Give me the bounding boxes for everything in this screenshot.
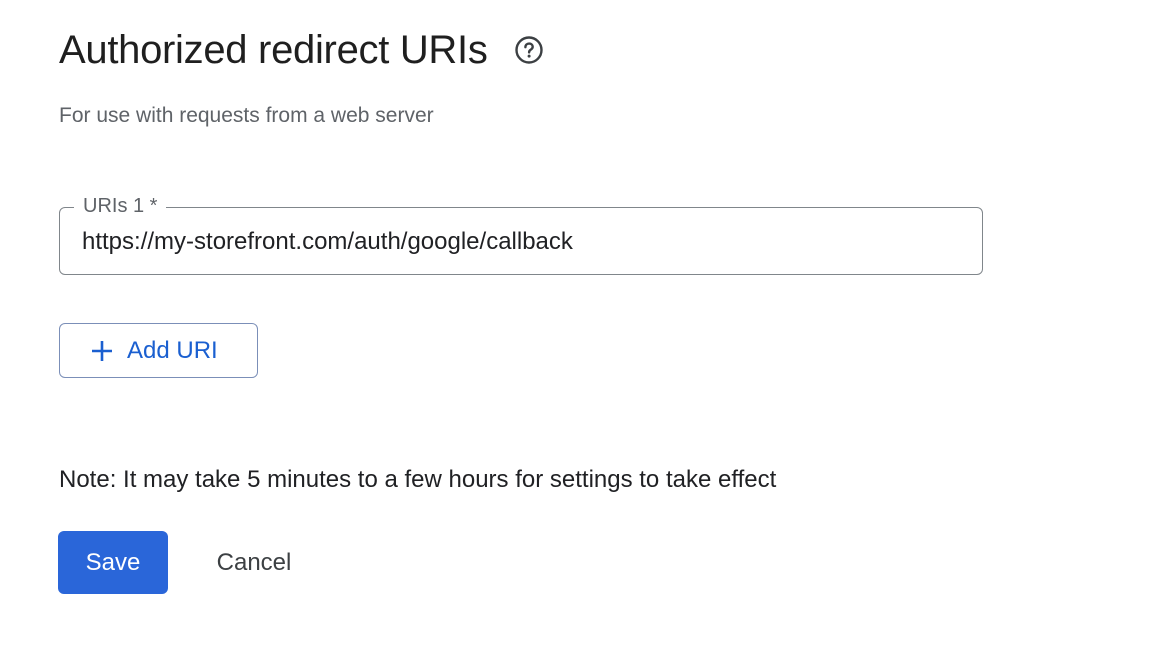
uri-1-field[interactable]: URIs 1 * https://my-storefront.com/auth/… (59, 193, 983, 275)
section-subtitle: For use with requests from a web server (59, 104, 434, 127)
add-uri-button[interactable]: Add URI (59, 323, 258, 378)
help-icon[interactable] (514, 35, 544, 65)
plus-icon (90, 339, 114, 363)
uri-1-label: URIs 1 * (74, 193, 167, 219)
cancel-button[interactable]: Cancel (185, 531, 323, 594)
settings-note: Note: It may take 5 minutes to a few hou… (59, 466, 777, 493)
section-title: Authorized redirect URIs (59, 28, 488, 72)
add-uri-label: Add URI (127, 336, 218, 364)
title-row: Authorized redirect URIs (59, 26, 544, 74)
save-button[interactable]: Save (58, 531, 168, 594)
uri-1-input[interactable]: https://my-storefront.com/auth/google/ca… (82, 227, 573, 257)
redirect-uris-page: Authorized redirect URIs For use with re… (0, 0, 1172, 659)
